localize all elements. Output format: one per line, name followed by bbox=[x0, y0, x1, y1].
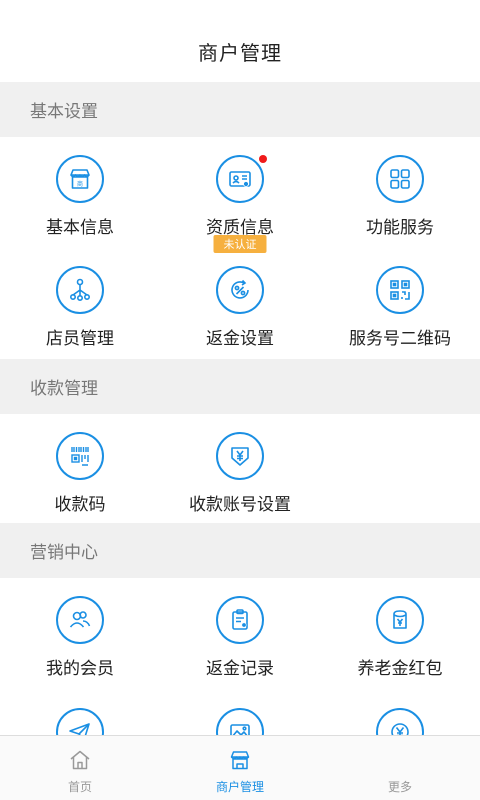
section-title: 收款管理 bbox=[30, 379, 98, 399]
org-tree-icon bbox=[56, 266, 104, 314]
basic-info-button[interactable]: 商 基本信息 bbox=[0, 137, 160, 248]
page-title: 商户管理 bbox=[198, 41, 282, 65]
item-label: 店员管理 bbox=[46, 329, 114, 349]
id-card-icon bbox=[216, 155, 267, 203]
section-title: 基本设置 bbox=[30, 102, 98, 122]
barcode-icon bbox=[56, 432, 104, 480]
section-header-collect: 收款管理 bbox=[0, 359, 480, 414]
storefront-icon bbox=[230, 751, 250, 770]
tab-more[interactable]: 更多 bbox=[320, 736, 480, 800]
notification-dot bbox=[259, 155, 267, 163]
rebate-settings-button[interactable]: 返金设置 bbox=[160, 248, 320, 359]
yen-coin-icon bbox=[376, 708, 424, 735]
my-members-button[interactable]: 我的会员 bbox=[0, 578, 160, 690]
item-label: 基本信息 bbox=[46, 218, 114, 238]
basic-settings-grid: 商 基本信息 资质信息 未认证 功能服务 店员管理 返金设置 服务号二维码 bbox=[0, 137, 480, 359]
qualification-info-button[interactable]: 资质信息 未认证 bbox=[160, 137, 320, 253]
members-icon bbox=[56, 596, 104, 644]
empty-cell bbox=[320, 414, 480, 523]
item-label: 返金设置 bbox=[206, 329, 274, 349]
item-label: 功能服务 bbox=[366, 218, 434, 238]
image-promo-button[interactable] bbox=[160, 690, 320, 735]
record-icon bbox=[216, 596, 264, 644]
item-label: 收款账号设置 bbox=[189, 495, 291, 515]
tab-label: 商户管理 bbox=[215, 780, 264, 794]
section-header-marketing: 营销中心 bbox=[0, 523, 480, 578]
item-label: 我的会员 bbox=[46, 659, 114, 679]
item-label: 养老金红包 bbox=[357, 659, 443, 679]
tab-merchant[interactable]: 商户管理 bbox=[160, 736, 320, 800]
tab-home[interactable]: 首页 bbox=[0, 736, 160, 800]
staff-management-button[interactable]: 店员管理 bbox=[0, 248, 160, 359]
collect-account-settings-button[interactable]: 收款账号设置 bbox=[160, 414, 320, 523]
tab-label: 首页 bbox=[67, 780, 92, 794]
grid-icon bbox=[376, 155, 424, 203]
yen-coin-button[interactable] bbox=[320, 690, 480, 735]
qr-code-icon bbox=[376, 266, 424, 314]
image-icon bbox=[216, 708, 264, 735]
rebate-record-button[interactable]: 返金记录 bbox=[160, 578, 320, 690]
svg-text:商: 商 bbox=[77, 180, 83, 188]
payment-code-button[interactable]: 收款码 bbox=[0, 414, 160, 523]
section-header-basic: 基本设置 bbox=[0, 82, 480, 137]
item-label: 收款码 bbox=[54, 495, 106, 515]
storefront-icon: 商 bbox=[56, 155, 104, 203]
service-qrcode-button[interactable]: 服务号二维码 bbox=[320, 248, 480, 359]
paper-plane-icon bbox=[56, 708, 104, 735]
yen-account-icon bbox=[216, 432, 264, 480]
top-bar: 商户管理 bbox=[0, 0, 480, 82]
send-promo-button[interactable] bbox=[0, 690, 160, 735]
home-icon bbox=[70, 750, 90, 770]
pension-red-packet-button[interactable]: 养老金红包 bbox=[320, 578, 480, 690]
item-label: 返金记录 bbox=[206, 659, 274, 679]
content-scroll[interactable]: 基本设置 商 基本信息 资质信息 未认证 功能服务 店员管理 返金设置 服务号二… bbox=[0, 82, 480, 735]
section-title: 营销中心 bbox=[30, 543, 98, 563]
marketing-grid: 我的会员 返金记录 养老金红包 bbox=[0, 578, 480, 735]
bottom-tab-bar: 首页 商户管理 更多 bbox=[0, 735, 480, 800]
rebate-icon bbox=[216, 266, 264, 314]
collect-grid: 收款码 收款账号设置 bbox=[0, 414, 480, 523]
tab-label: 更多 bbox=[387, 780, 412, 794]
red-packet-icon bbox=[376, 596, 424, 644]
item-label: 服务号二维码 bbox=[349, 329, 451, 349]
function-service-button[interactable]: 功能服务 bbox=[320, 137, 480, 248]
